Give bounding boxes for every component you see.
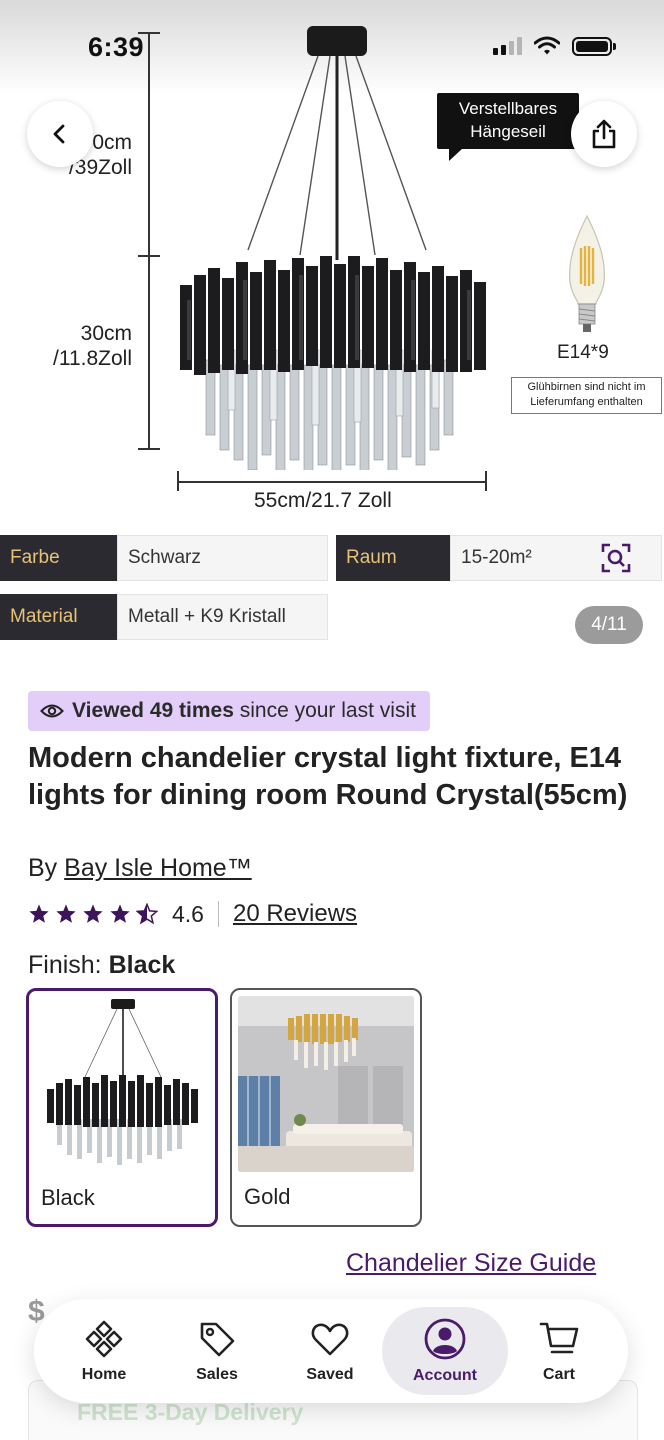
dimension-tick	[138, 448, 160, 450]
dimension-tick	[177, 471, 179, 491]
tag-icon	[200, 1322, 235, 1356]
zoom-button[interactable]	[598, 540, 634, 576]
viewed-since-text: since your last visit	[239, 699, 416, 722]
home-icon	[85, 1320, 123, 1357]
nav-sales[interactable]: Sales	[177, 1299, 257, 1403]
chandelier-image	[180, 26, 486, 470]
adjustable-cord-callout: Verstellbares Hängeseil	[437, 93, 579, 161]
height-label-body: 30cm /11.8Zoll	[53, 322, 132, 370]
cart-icon	[539, 1322, 579, 1353]
star-icon	[29, 904, 49, 923]
spec-value-material: Metall + K9 Kristall	[117, 594, 328, 640]
finish-option-gold[interactable]: Gold	[230, 988, 422, 1227]
back-button[interactable]	[27, 101, 93, 167]
spec-key-material: Material	[0, 594, 117, 640]
height-dimension-line	[148, 32, 150, 450]
heart-icon	[311, 1323, 349, 1355]
finish-label-gold: Gold	[244, 1184, 291, 1209]
star-icon	[83, 904, 103, 923]
brand-line: By Bay Isle Home™	[28, 854, 252, 883]
image-counter: 4/11	[575, 606, 643, 644]
nav-account[interactable]: Account	[405, 1299, 485, 1403]
nav-cart[interactable]: Cart	[519, 1299, 599, 1403]
width-label: 55cm/21.7 Zoll	[254, 489, 392, 512]
bulb-type-label: E14*9	[557, 342, 609, 363]
status-time: 6:39	[88, 32, 145, 62]
delivery-text: FREE 3-Day Delivery	[77, 1399, 304, 1425]
size-guide-link[interactable]: Chandelier Size Guide	[346, 1249, 596, 1278]
finish-image-gold	[238, 996, 414, 1172]
battery-icon	[572, 36, 616, 56]
finish-selected: Black	[108, 951, 176, 979]
nav-cart-label: Cart	[542, 1365, 575, 1383]
nav-saved[interactable]: Saved	[290, 1299, 370, 1403]
eye-icon	[40, 704, 64, 718]
rating-value: 4.6	[172, 900, 204, 927]
bulb-icon	[569, 214, 605, 332]
spec-key-room: Raum	[336, 535, 450, 581]
share-icon	[592, 119, 616, 149]
rating-row: 4.6 20 Reviews	[28, 898, 357, 930]
viewed-count-text: Viewed 49 times	[72, 699, 234, 722]
status-icons	[493, 36, 616, 56]
brand-prefix: By	[28, 854, 58, 882]
star-rating	[28, 903, 158, 925]
product-image-gallery[interactable]: 0cm /39Zoll 30cm /11.8Zoll 55cm/21.7 Zol…	[0, 0, 664, 680]
wifi-icon	[534, 36, 560, 55]
nav-home-label: Home	[81, 1365, 127, 1383]
star-icon	[56, 904, 76, 923]
nav-home[interactable]: Home	[64, 1299, 144, 1403]
product-title: Modern chandelier crystal light fixture,…	[28, 742, 628, 811]
callout-text: Verstellbares Hängeseil	[458, 99, 558, 141]
chevron-left-icon	[53, 124, 65, 144]
finish-image-black	[35, 997, 211, 1173]
spec-key-color: Farbe	[0, 535, 117, 581]
bulb-not-included-note: Glühbirnen sind nicht im Lieferumfang en…	[511, 377, 662, 414]
finish-label: Finish: Black	[28, 951, 175, 980]
finish-label-black: Black	[41, 1185, 95, 1210]
share-button[interactable]	[571, 101, 637, 167]
viewed-count-badge: Viewed 49 times since your last visit	[28, 691, 430, 731]
dimension-tick	[485, 471, 487, 491]
brand-link[interactable]: Bay Isle Home™	[64, 854, 252, 882]
nav-sales-label: Sales	[196, 1365, 238, 1383]
rating-divider	[217, 901, 219, 927]
finish-option-black[interactable]: Black	[26, 988, 218, 1227]
dimension-tick	[138, 255, 160, 257]
nav-saved-label: Saved	[306, 1365, 354, 1383]
finish-prefix: Finish:	[28, 951, 102, 979]
reviews-link[interactable]: 20 Reviews	[233, 900, 357, 928]
account-icon	[424, 1318, 466, 1359]
bottom-navigation: Home Sales Saved Account Cart	[34, 1299, 628, 1403]
nav-account-label: Account	[413, 1366, 477, 1384]
half-star-icon	[136, 903, 158, 925]
star-icon	[110, 904, 130, 923]
width-dimension-line	[178, 481, 486, 483]
zoom-search-icon	[601, 543, 631, 573]
spec-value-color: Schwarz	[117, 535, 328, 581]
signal-icon	[493, 37, 522, 55]
